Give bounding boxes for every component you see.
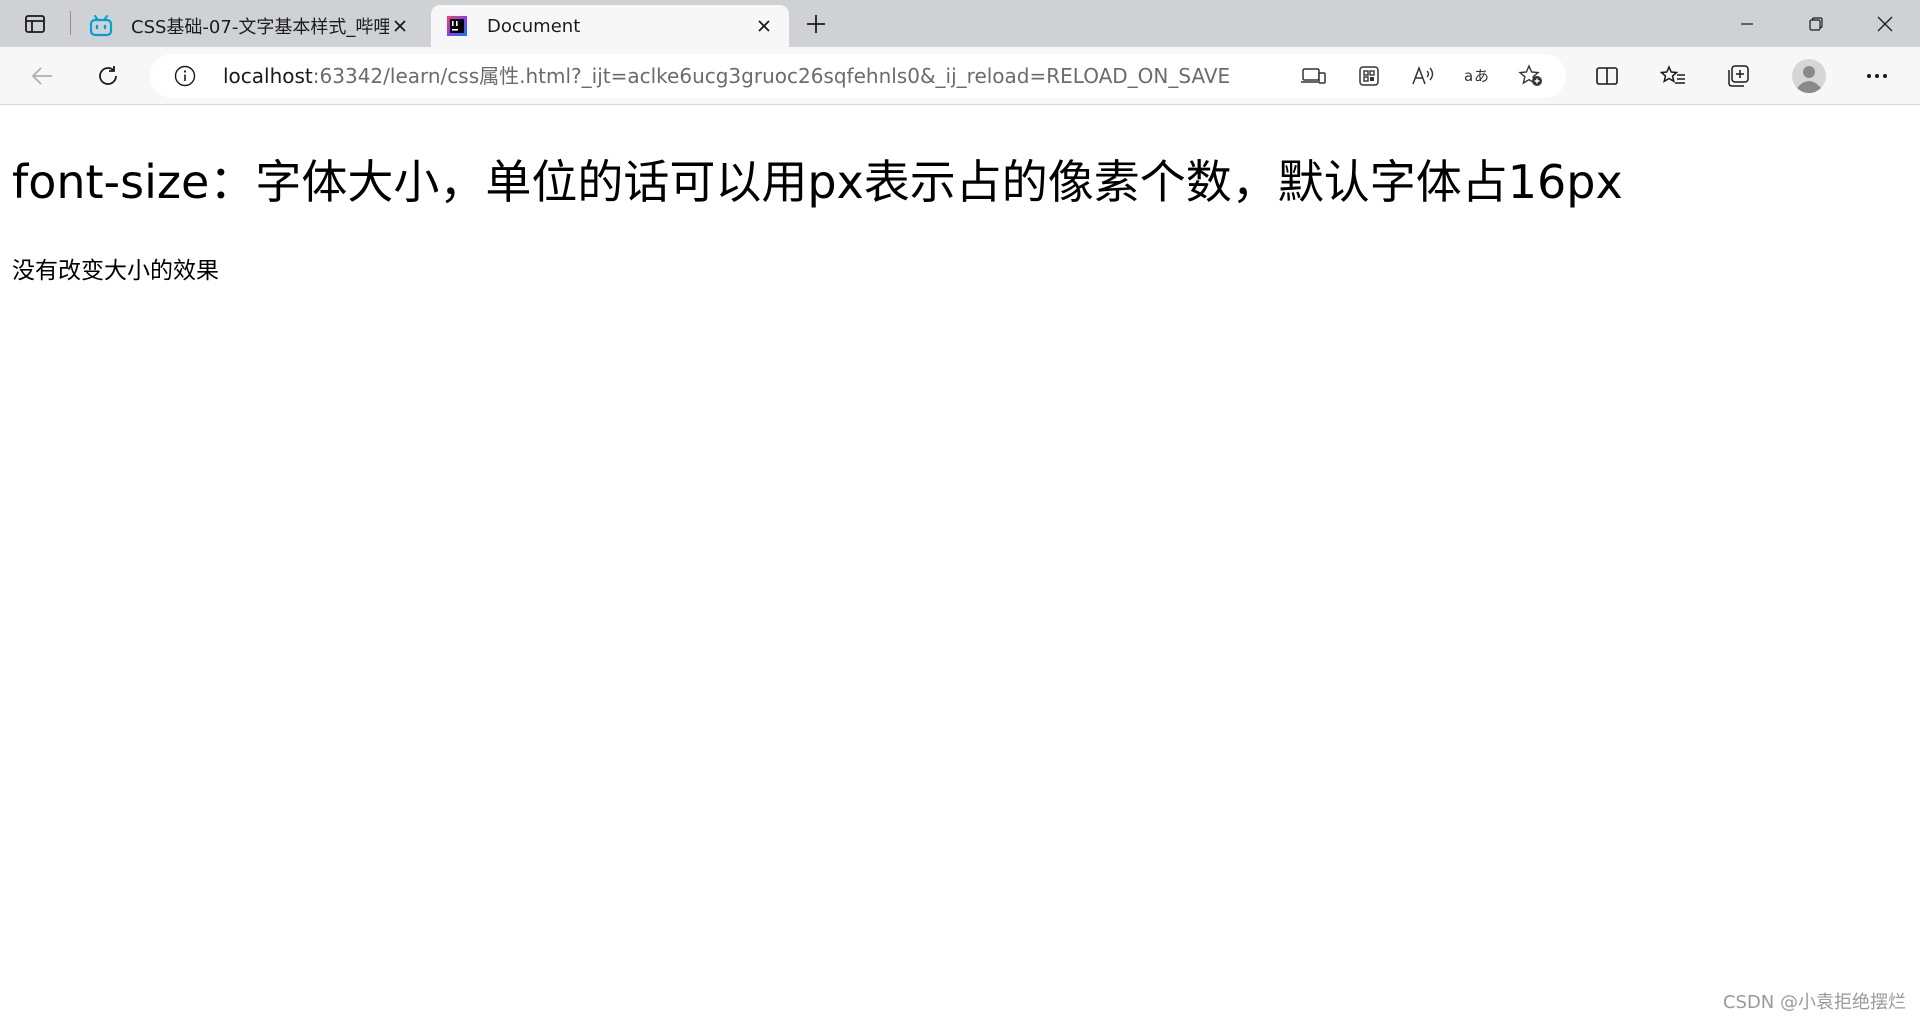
app-available-icon[interactable] — [1300, 63, 1328, 89]
settings-more-button[interactable] — [1857, 57, 1897, 95]
profile-button[interactable] — [1789, 57, 1829, 95]
close-tab-icon[interactable] — [753, 15, 775, 37]
tab-actions-icon — [25, 15, 45, 33]
close-tab-icon[interactable] — [389, 15, 411, 37]
bilibili-icon — [89, 14, 113, 38]
page-content: font-size：字体大小，单位的话可以用px表示占的像素个数，默认字体占16… — [0, 106, 1920, 1020]
back-button[interactable] — [22, 57, 62, 95]
intellij-icon — [445, 14, 469, 38]
refresh-button[interactable] — [88, 57, 128, 95]
split-screen-button[interactable] — [1587, 57, 1627, 95]
collections-icon — [1728, 65, 1749, 87]
restore-button[interactable] — [1782, 0, 1850, 47]
paragraph-text: 没有改变大小的效果 — [12, 258, 219, 284]
qr-code-icon[interactable] — [1355, 63, 1383, 89]
site-info-icon[interactable] — [174, 65, 196, 87]
refresh-icon — [99, 66, 117, 85]
collections-button[interactable] — [1719, 57, 1759, 95]
watermark: CSDN @小袁拒绝摆烂 — [1722, 992, 1906, 1013]
add-favorite-icon[interactable] — [1517, 63, 1545, 89]
page-heading: font-size：字体大小，单位的话可以用px表示占的像素个数，默认字体占16… — [12, 155, 1623, 209]
split-screen-icon — [1596, 67, 1618, 85]
avatar — [1792, 59, 1826, 93]
minimize-icon — [1741, 22, 1753, 25]
plus-icon — [807, 15, 825, 33]
tab-divider — [70, 11, 71, 35]
read-aloud-icon[interactable] — [1409, 63, 1437, 89]
restore-icon — [1809, 16, 1823, 31]
favorites-button[interactable] — [1653, 57, 1693, 95]
url-host: localhost — [223, 64, 313, 88]
tab-strip: CSS基础-07-文字基本样式_哔哩哔 Document — [0, 0, 1920, 47]
more-icon — [1867, 74, 1887, 78]
svg-text:a: a — [1464, 67, 1473, 85]
minimize-button[interactable] — [1713, 0, 1781, 47]
tab-title: CSS基础-07-文字基本样式_哔哩哔 — [131, 17, 389, 38]
url-text[interactable]: localhost:63342/learn/css属性.html?_ijt=ac… — [223, 64, 1230, 88]
close-window-button[interactable] — [1851, 0, 1919, 47]
url-path: :63342/learn/css属性.html?_ijt=aclke6ucg3g… — [312, 64, 1231, 88]
translate-icon[interactable]: a あ — [1463, 63, 1491, 89]
tab-document[interactable]: Document — [431, 5, 789, 47]
new-tab-button[interactable] — [798, 8, 834, 40]
favorites-icon — [1660, 65, 1685, 84]
back-arrow-icon — [31, 67, 52, 85]
tab-actions-button[interactable] — [17, 9, 53, 39]
address-bar[interactable]: localhost:63342/learn/css属性.html?_ijt=ac… — [150, 54, 1566, 98]
svg-text:あ: あ — [1474, 67, 1489, 85]
close-icon — [1877, 16, 1893, 31]
tab-title: Document — [487, 15, 581, 37]
tab-bilibili[interactable]: CSS基础-07-文字基本样式_哔哩哔 — [75, 5, 425, 47]
browser-toolbar: localhost:63342/learn/css属性.html?_ijt=ac… — [0, 47, 1920, 105]
